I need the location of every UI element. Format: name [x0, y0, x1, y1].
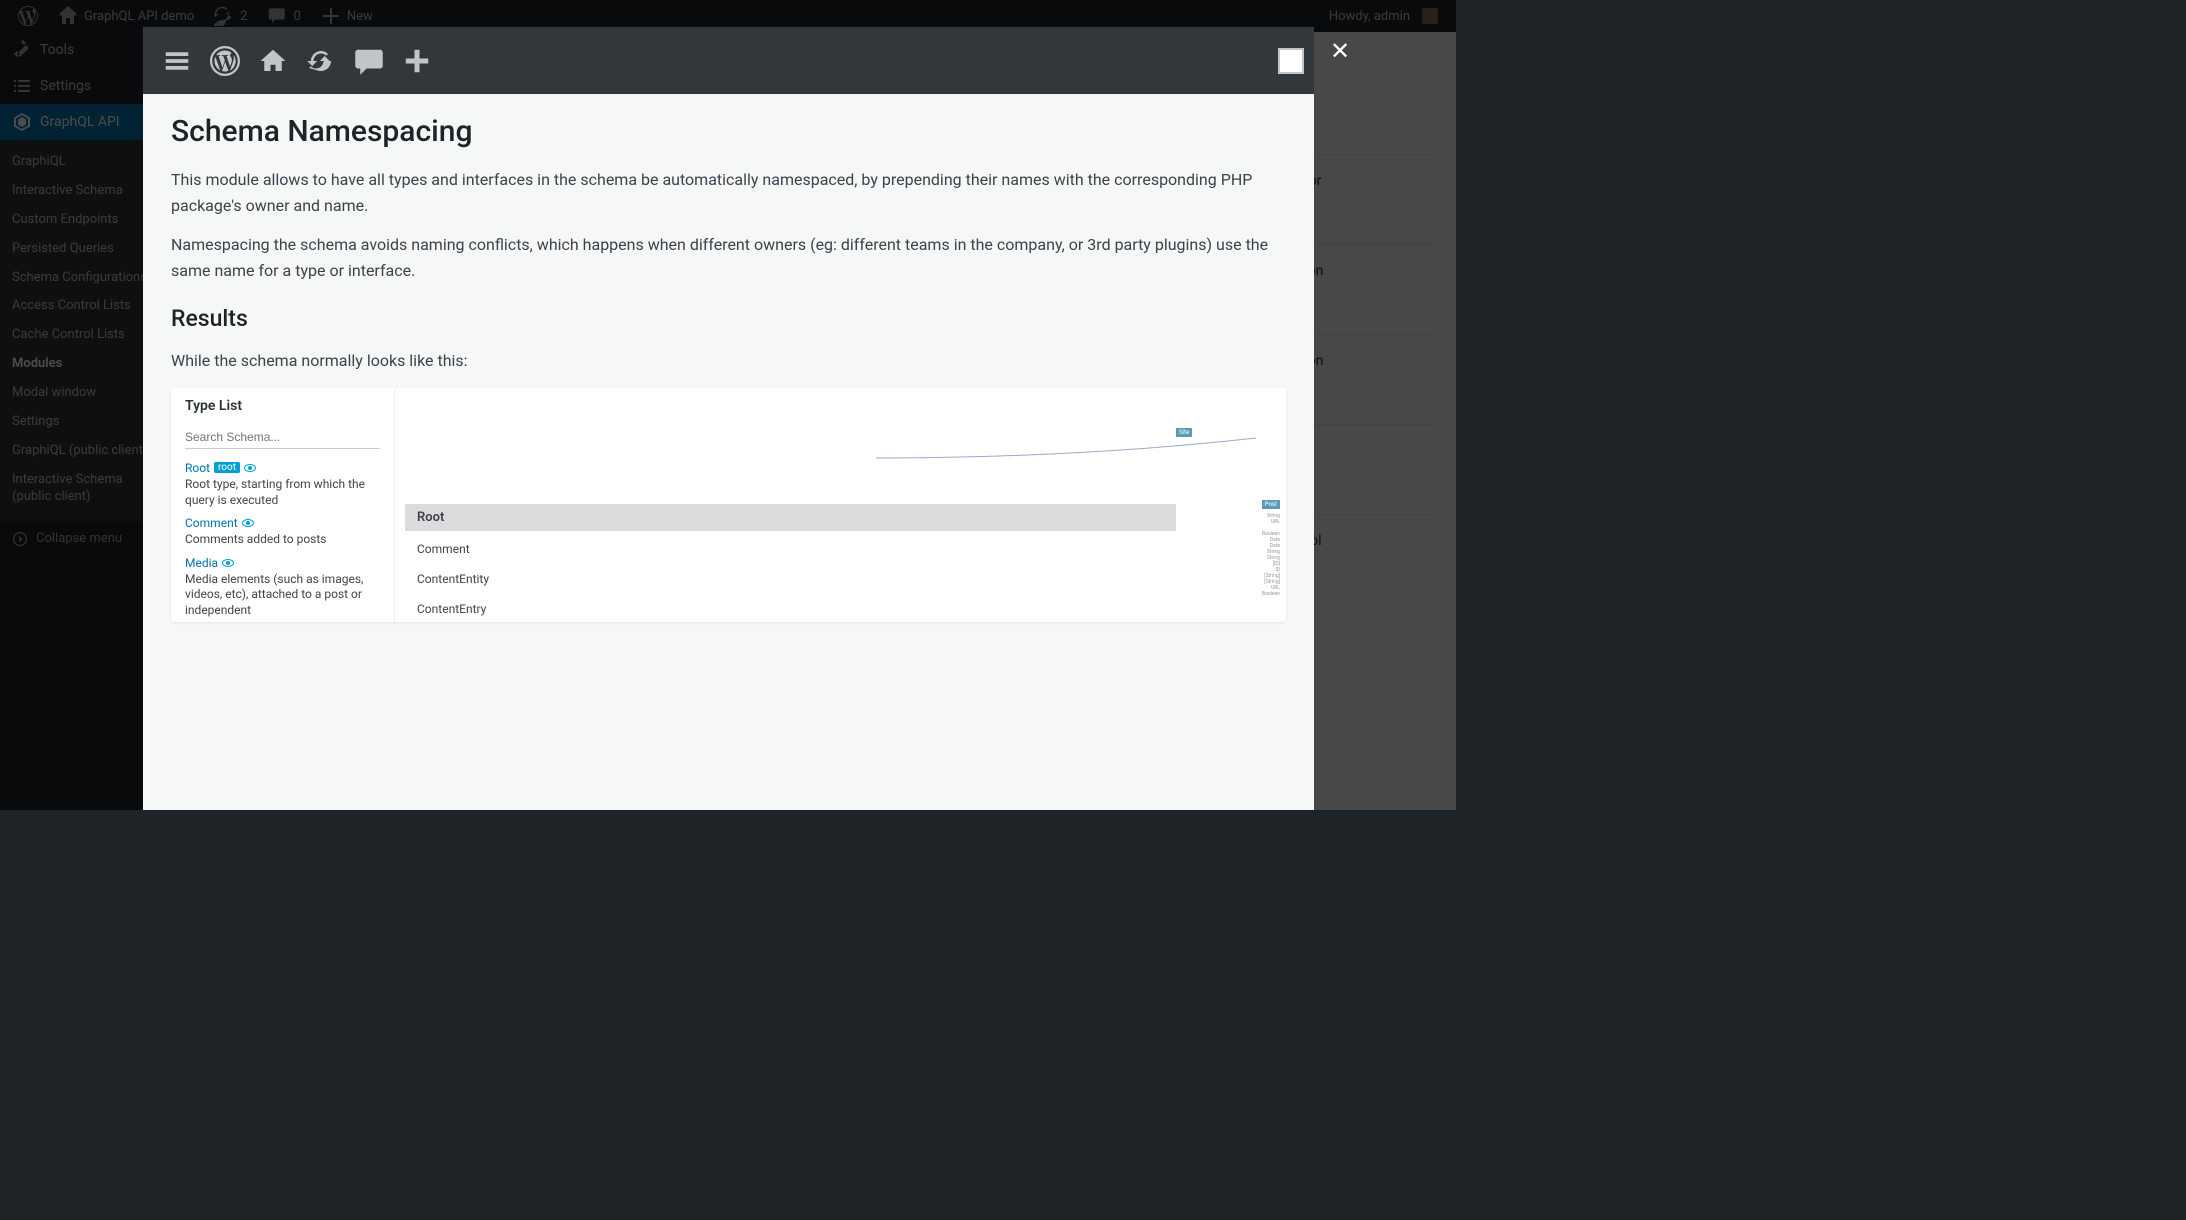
modal-body: Schema Namespacing This module allows to… — [143, 94, 1314, 810]
wp-icon[interactable] — [201, 37, 249, 85]
close-icon[interactable]: ✕ — [1324, 35, 1356, 67]
modal-h2: Results — [171, 305, 1286, 332]
schema-screenshot: Type List Root root Root type, starting … — [171, 388, 1286, 622]
plus-icon[interactable] — [393, 37, 441, 85]
window-icon[interactable] — [1278, 48, 1304, 74]
modal-title: Schema Namespacing — [171, 114, 1286, 149]
home-icon[interactable] — [249, 37, 297, 85]
modal-toolbar — [143, 27, 1314, 94]
eye-icon — [222, 559, 234, 567]
modal-p2: Namespacing the schema avoids naming con… — [171, 232, 1286, 283]
modal-p1: This module allows to have all types and… — [171, 167, 1286, 218]
typelist-heading: Type List — [185, 398, 380, 414]
modal-p3: While the schema normally looks like thi… — [171, 348, 1286, 374]
eye-icon — [244, 464, 256, 472]
menu-icon[interactable] — [153, 37, 201, 85]
refresh-icon[interactable] — [297, 37, 345, 85]
eye-icon — [242, 519, 254, 527]
schema-search[interactable] — [185, 426, 380, 449]
modal: ✕ Schema Namespacing This module allows … — [143, 27, 1314, 810]
comment-icon[interactable] — [345, 37, 393, 85]
